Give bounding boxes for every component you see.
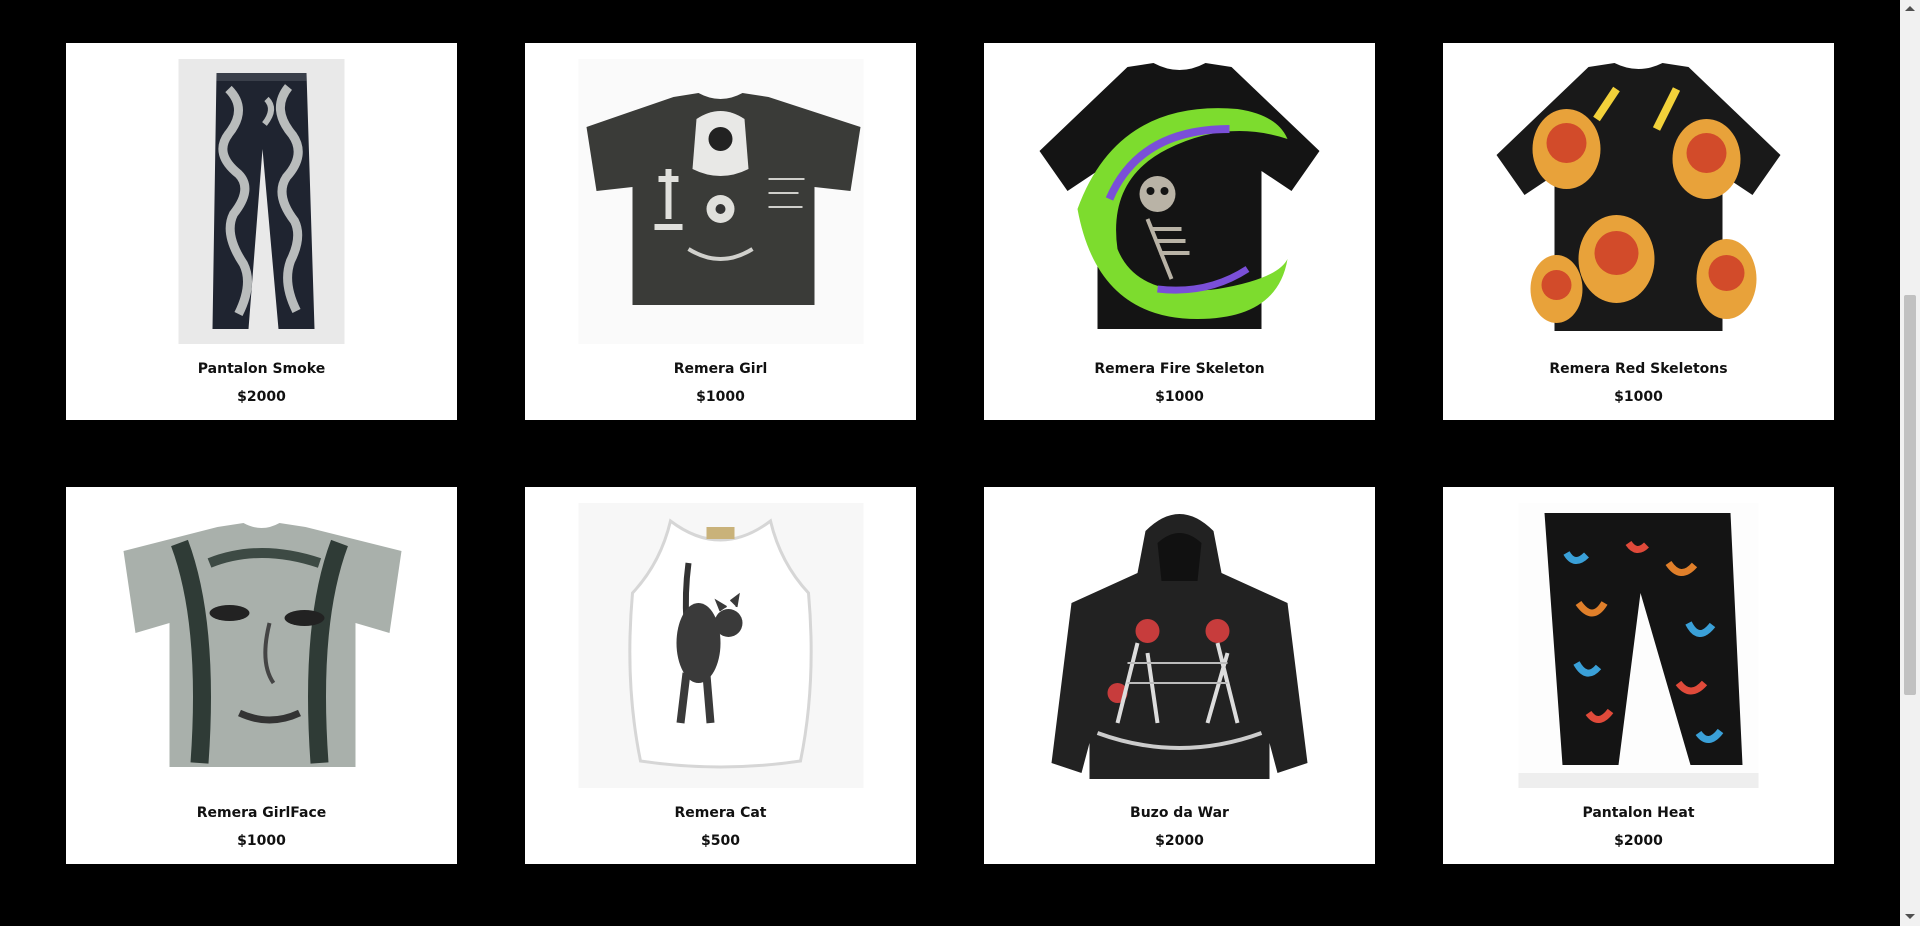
product-price: $1000 xyxy=(696,389,745,405)
scroll-down-arrow-icon[interactable] xyxy=(1905,914,1915,919)
scroll-up-arrow-icon[interactable] xyxy=(1905,6,1915,11)
product-image[interactable] xyxy=(1037,503,1322,788)
product-name[interactable]: Pantalon Heat xyxy=(1443,805,1834,821)
product-name[interactable]: Pantalon Smoke xyxy=(66,361,457,377)
product-card[interactable]: Remera Girl $1000 xyxy=(525,43,916,420)
product-card[interactable]: Remera GirlFace $1000 xyxy=(66,487,457,864)
product-image[interactable] xyxy=(1496,503,1781,788)
product-name[interactable]: Remera Red Skeletons xyxy=(1443,361,1834,377)
product-name[interactable]: Remera Cat xyxy=(525,805,916,821)
product-image[interactable] xyxy=(578,503,863,788)
product-price: $1000 xyxy=(237,833,286,849)
product-price: $2000 xyxy=(1614,833,1663,849)
product-card[interactable]: Remera Fire Skeleton $1000 xyxy=(984,43,1375,420)
vertical-scrollbar[interactable] xyxy=(1900,0,1920,926)
product-name[interactable]: Remera GirlFace xyxy=(66,805,457,821)
product-price: $2000 xyxy=(237,389,286,405)
product-price: $1000 xyxy=(1614,389,1663,405)
product-image[interactable] xyxy=(119,503,404,788)
product-name[interactable]: Remera Fire Skeleton xyxy=(984,361,1375,377)
product-image[interactable] xyxy=(1496,59,1781,344)
product-card[interactable]: Buzo da War $2000 xyxy=(984,487,1375,864)
scrollbar-thumb[interactable] xyxy=(1904,295,1916,695)
product-grid: Pantalon Smoke $2000 Remera Girl $1000 R… xyxy=(66,43,1834,864)
product-price: $1000 xyxy=(1155,389,1204,405)
product-card[interactable]: Pantalon Heat $2000 xyxy=(1443,487,1834,864)
product-card[interactable]: Remera Cat $500 xyxy=(525,487,916,864)
product-name[interactable]: Buzo da War xyxy=(984,805,1375,821)
product-image[interactable] xyxy=(1037,59,1322,344)
product-image[interactable] xyxy=(578,59,863,344)
product-card[interactable]: Pantalon Smoke $2000 xyxy=(66,43,457,420)
page: Pantalon Smoke $2000 Remera Girl $1000 R… xyxy=(0,0,1900,926)
product-price: $500 xyxy=(701,833,740,849)
product-name[interactable]: Remera Girl xyxy=(525,361,916,377)
product-image[interactable] xyxy=(119,59,404,344)
product-card[interactable]: Remera Red Skeletons $1000 xyxy=(1443,43,1834,420)
product-price: $2000 xyxy=(1155,833,1204,849)
